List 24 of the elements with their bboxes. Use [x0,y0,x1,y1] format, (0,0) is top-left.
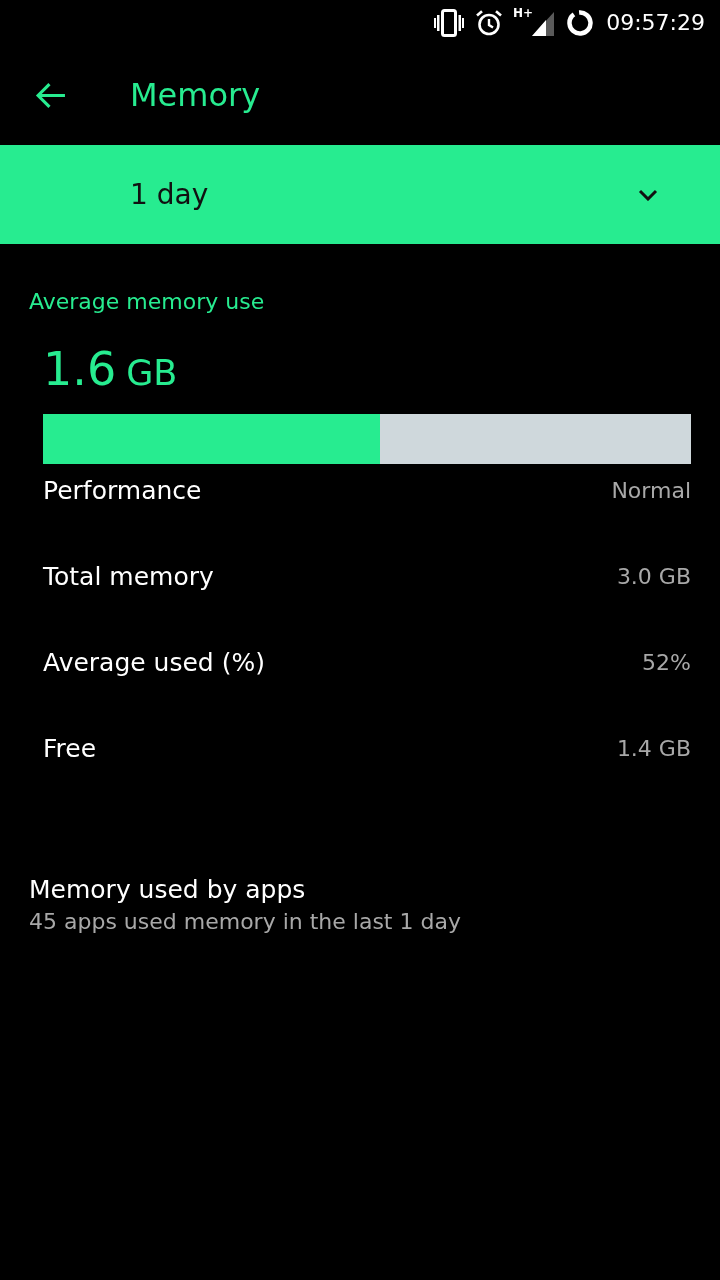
stat-label: Free [43,733,97,765]
memory-unit: GB [126,352,178,395]
alarm-clock-icon [476,9,503,36]
stat-value: 1.4 GB [616,735,691,763]
screen-title: Memory [130,75,261,115]
stat-label: Average used (%) [43,647,265,679]
period-dropdown[interactable]: 1 day [0,145,720,244]
section-heading: Average memory use [29,288,266,316]
stat-value: 3.0 GB [616,563,691,591]
back-button[interactable] [35,81,66,109]
stat-label: Total memory [43,561,214,593]
back-arrow-icon [35,81,66,109]
chevron-down-icon [638,188,658,201]
signal-strength-icon [532,11,555,36]
stat-value: Normal [611,477,691,505]
memory-value: 1.6 [43,341,117,397]
stat-label: Performance [43,475,202,507]
apps-memory-summary: 45 apps used memory in the last 1 day [29,908,462,936]
vibrate-icon [434,8,465,37]
stat-value: 52% [642,649,691,677]
clock-time: 09:57:29 [606,8,705,37]
battery-ring-icon [567,9,594,36]
network-type-label: H+ [513,7,534,20]
apps-memory-item-title[interactable]: Memory used by apps [29,873,306,907]
